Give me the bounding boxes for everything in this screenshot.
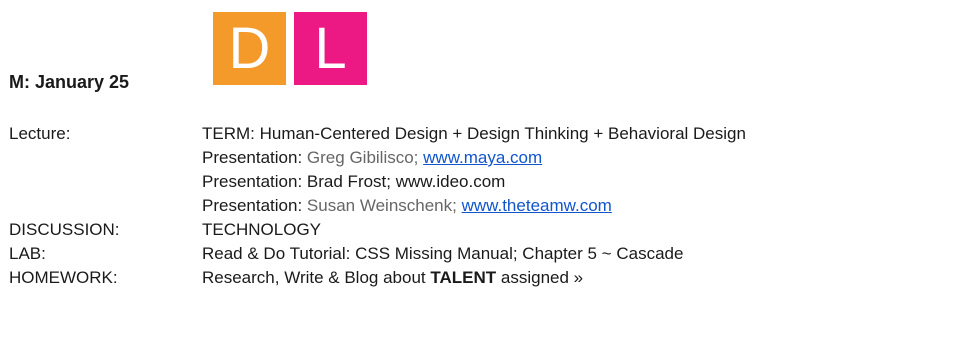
lecture-row: Lecture: TERM: Human-Centered Design + D… <box>9 122 746 146</box>
page-header: M: January 25 D L <box>0 0 974 100</box>
lecture-label: Lecture: <box>9 124 71 143</box>
presentation-row: Presentation: Brad Frost; www.ideo.com <box>9 170 746 194</box>
homework-row: HOMEWORK: Research, Write & Blog about T… <box>9 266 746 290</box>
discussion-row: DISCUSSION: TECHNOLOGY <box>9 218 746 242</box>
presentation-row: Presentation: Susan Weinschenk; www.thet… <box>9 194 746 218</box>
presenter-name: Susan Weinschenk; <box>306 196 457 215</box>
homework-value: Research, Write & Blog about TALENT assi… <box>202 266 583 290</box>
empty-label <box>9 146 202 170</box>
presentation-prefix: Presentation: <box>202 172 303 191</box>
lab-row: LAB: Read & Do Tutorial: CSS Missing Man… <box>9 242 746 266</box>
schedule-list: Lecture: TERM: Human-Centered Design + D… <box>9 122 746 290</box>
homework-assigned-link[interactable]: assigned » <box>501 268 583 287</box>
homework-text: Research, Write & Blog about <box>202 268 426 287</box>
homework-label: HOMEWORK: <box>9 268 118 287</box>
discussion-value: TECHNOLOGY <box>202 220 322 239</box>
presenter-link[interactable]: www.maya.com <box>423 148 542 167</box>
empty-label <box>9 194 202 218</box>
date-heading: M: January 25 <box>9 72 130 92</box>
lab-label: LAB: <box>9 244 46 263</box>
presenter-name: Brad Frost; www.ideo.com <box>306 172 506 191</box>
presentation-row: Presentation: Greg Gibilisco; www.maya.c… <box>9 146 746 170</box>
presentation-text: Presentation: Greg Gibilisco; www.maya.c… <box>202 146 542 170</box>
presentation-text: Presentation: Brad Frost; www.ideo.com <box>202 170 505 194</box>
lab-value: Read & Do Tutorial: CSS Missing Manual; … <box>202 244 684 263</box>
presenter-link[interactable]: www.theteamw.com <box>462 196 612 215</box>
dl-logo-l: L <box>294 12 367 85</box>
empty-label <box>9 170 202 194</box>
presenter-name: Greg Gibilisco; <box>306 148 419 167</box>
presentation-prefix: Presentation: <box>202 196 303 215</box>
presentation-prefix: Presentation: <box>202 148 303 167</box>
presentation-text: Presentation: Susan Weinschenk; www.thet… <box>202 194 612 218</box>
dl-logo-d: D <box>213 12 286 85</box>
homework-topic: TALENT <box>430 268 497 287</box>
lecture-term: TERM: Human-Centered Design + Design Thi… <box>202 124 746 143</box>
discussion-label: DISCUSSION: <box>9 220 120 239</box>
